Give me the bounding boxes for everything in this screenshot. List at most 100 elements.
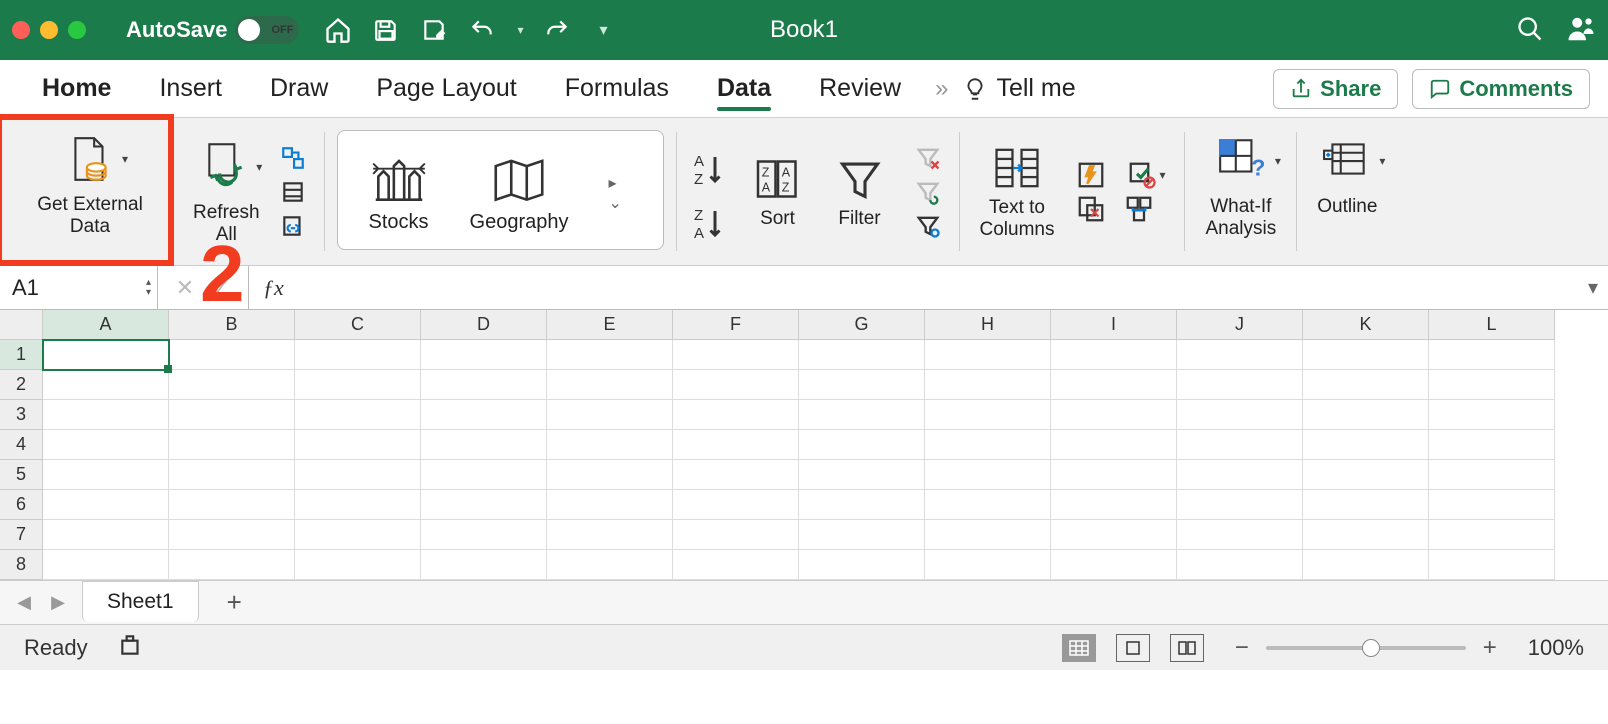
zoom-slider[interactable] — [1266, 646, 1466, 650]
cell[interactable] — [421, 340, 547, 370]
cell[interactable] — [547, 460, 673, 490]
tell-me[interactable]: Tell me — [962, 74, 1075, 103]
undo-button[interactable] — [467, 15, 497, 45]
comments-button[interactable]: Comments — [1412, 69, 1590, 109]
cell[interactable] — [1177, 550, 1303, 580]
get-external-data-button[interactable]: ▾ Get External Data — [29, 128, 151, 244]
view-normal-button[interactable] — [1062, 634, 1096, 662]
cell[interactable] — [1429, 550, 1555, 580]
reapply-filter-button[interactable] — [913, 177, 943, 207]
cell[interactable] — [43, 520, 169, 550]
share-button[interactable]: Share — [1273, 69, 1398, 109]
cell[interactable] — [1051, 340, 1177, 370]
cell[interactable] — [547, 340, 673, 370]
cell[interactable] — [1429, 460, 1555, 490]
row-header[interactable]: 2 — [0, 370, 43, 400]
cell[interactable] — [1051, 460, 1177, 490]
more-tabs-chevron[interactable]: » — [925, 75, 958, 103]
data-types-expand[interactable]: ▸⌄ — [609, 173, 633, 213]
cell[interactable] — [799, 400, 925, 430]
cell[interactable] — [1303, 400, 1429, 430]
cell[interactable] — [799, 550, 925, 580]
cell[interactable] — [43, 460, 169, 490]
row-header[interactable]: 3 — [0, 400, 43, 430]
cell[interactable] — [421, 550, 547, 580]
flash-fill-button[interactable] — [1076, 160, 1106, 190]
cell[interactable] — [799, 340, 925, 370]
cell[interactable] — [295, 370, 421, 400]
cell[interactable] — [673, 490, 799, 520]
column-header[interactable]: H — [925, 310, 1051, 340]
cell[interactable] — [925, 550, 1051, 580]
cell[interactable] — [43, 430, 169, 460]
cell[interactable] — [421, 490, 547, 520]
view-page-layout-button[interactable] — [1116, 634, 1150, 662]
cell[interactable] — [169, 460, 295, 490]
cell[interactable] — [295, 430, 421, 460]
cell[interactable] — [43, 340, 169, 370]
zoom-out-button[interactable]: − — [1232, 634, 1252, 662]
text-to-columns-button[interactable]: Text to Columns — [972, 137, 1063, 247]
row-header[interactable]: 7 — [0, 520, 43, 550]
data-validation-button[interactable]: ▾ — [1124, 160, 1168, 190]
cell[interactable] — [799, 490, 925, 520]
cell[interactable] — [1177, 490, 1303, 520]
cell[interactable] — [1177, 400, 1303, 430]
cell[interactable] — [547, 370, 673, 400]
remove-duplicates-button[interactable] — [1076, 194, 1106, 224]
cell[interactable] — [673, 430, 799, 460]
redo-button[interactable] — [542, 15, 572, 45]
cell[interactable] — [169, 370, 295, 400]
cell[interactable] — [1429, 430, 1555, 460]
cell[interactable] — [547, 550, 673, 580]
column-header[interactable]: I — [1051, 310, 1177, 340]
tab-formulas[interactable]: Formulas — [541, 60, 693, 117]
cell[interactable] — [1177, 430, 1303, 460]
sort-button[interactable]: ZAAZ Sort — [745, 148, 811, 236]
column-header[interactable]: D — [421, 310, 547, 340]
cell[interactable] — [1051, 430, 1177, 460]
cell[interactable] — [1303, 430, 1429, 460]
cell[interactable] — [925, 370, 1051, 400]
save-as-icon[interactable] — [419, 15, 449, 45]
cell[interactable] — [421, 400, 547, 430]
outline-button[interactable]: ▾ Outline — [1309, 128, 1385, 224]
column-header[interactable]: E — [547, 310, 673, 340]
tab-review[interactable]: Review — [795, 60, 925, 117]
save-icon[interactable] — [371, 15, 401, 45]
cell[interactable] — [673, 550, 799, 580]
qat-customize-caret[interactable]: ▾ — [600, 20, 608, 40]
cell[interactable] — [799, 430, 925, 460]
cell[interactable] — [295, 340, 421, 370]
confirm-formula-button[interactable]: ✓ — [208, 275, 234, 301]
cell[interactable] — [1051, 490, 1177, 520]
row-header[interactable]: 5 — [0, 460, 43, 490]
cell[interactable] — [1051, 550, 1177, 580]
tab-draw[interactable]: Draw — [246, 60, 352, 117]
cell[interactable] — [169, 550, 295, 580]
sort-ascending-button[interactable]: AZ — [689, 149, 729, 189]
cell[interactable] — [799, 520, 925, 550]
queries-connections-icon[interactable] — [278, 143, 308, 173]
zoom-thumb[interactable] — [1362, 639, 1380, 657]
cell[interactable] — [1303, 340, 1429, 370]
formula-input[interactable]: ▾ — [298, 266, 1608, 309]
view-page-break-button[interactable] — [1170, 634, 1204, 662]
zoom-in-button[interactable]: + — [1480, 634, 1500, 662]
cell[interactable] — [673, 400, 799, 430]
cell[interactable] — [43, 490, 169, 520]
tab-data[interactable]: Data — [693, 60, 795, 117]
cell[interactable] — [1429, 370, 1555, 400]
cell[interactable] — [1051, 400, 1177, 430]
row-header[interactable]: 4 — [0, 430, 43, 460]
clear-filter-button[interactable] — [913, 143, 943, 173]
cell[interactable] — [43, 370, 169, 400]
cell[interactable] — [169, 520, 295, 550]
cell[interactable] — [1177, 340, 1303, 370]
cell[interactable] — [799, 460, 925, 490]
cell[interactable] — [547, 430, 673, 460]
cell[interactable] — [925, 460, 1051, 490]
insert-function-button[interactable]: ƒx — [249, 266, 298, 309]
autosave-toggle[interactable]: OFF — [235, 16, 299, 44]
filter-button[interactable]: Filter — [827, 148, 893, 236]
